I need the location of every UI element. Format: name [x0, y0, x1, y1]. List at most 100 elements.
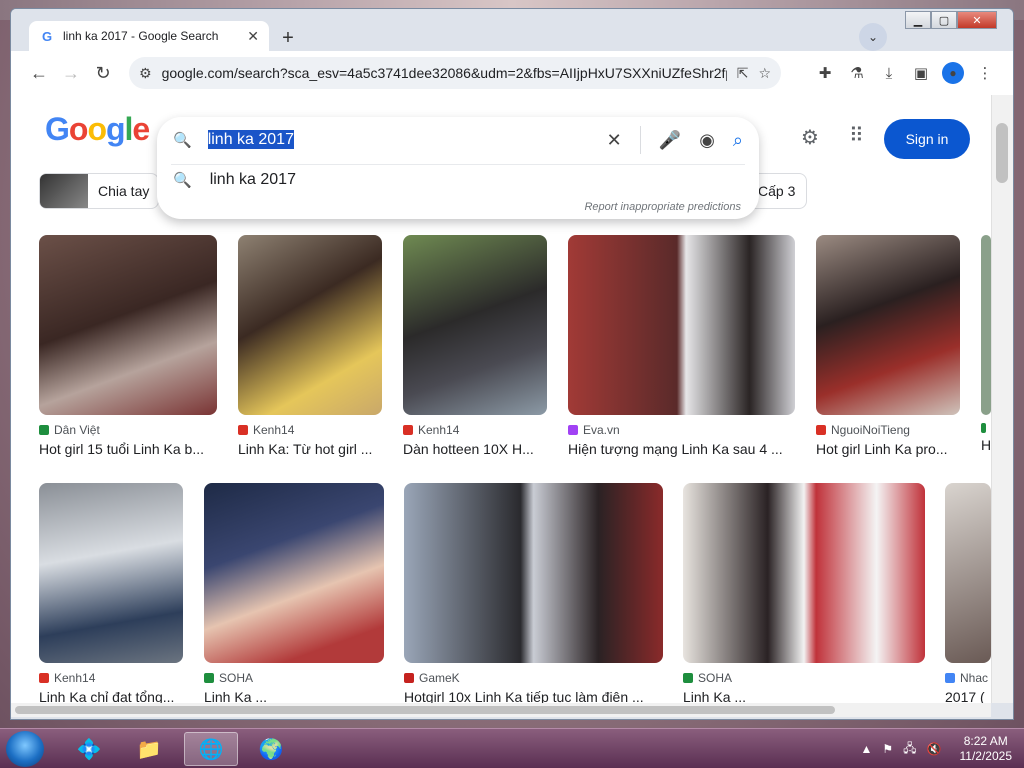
chip-label: Cấp 3 [758, 183, 796, 199]
taskbar-app-pink-icon[interactable]: 💠 [62, 732, 116, 766]
image-result[interactable]: GameK Hotgirl 10x Linh Ka tiếp tục làm đ… [404, 483, 663, 703]
result-caption[interactable]: H [981, 437, 991, 453]
result-thumbnail[interactable] [403, 235, 547, 415]
source-favicon-icon [816, 425, 826, 435]
tab-google-search[interactable]: G linh ka 2017 - Google Search ✕ [29, 21, 269, 51]
result-thumbnail[interactable] [981, 235, 991, 415]
clear-search-icon[interactable]: ✕ [607, 130, 622, 151]
result-caption[interactable]: Hotgirl 10x Linh Ka tiếp tục làm điên ..… [404, 689, 663, 703]
report-predictions-link[interactable]: Report inappropriate predictions [584, 201, 741, 213]
tray-expand-icon[interactable]: ▲ [861, 742, 873, 756]
sign-in-button[interactable]: Sign in [884, 119, 970, 159]
tray-clock[interactable]: 8:22 AM 11/2/2025 [960, 734, 1013, 764]
image-result[interactable]: Kenh14 Linh Ka chỉ đạt tổng... [39, 483, 183, 703]
result-thumbnail[interactable] [683, 483, 925, 663]
new-tab-button[interactable]: + [275, 25, 301, 51]
image-result[interactable]: Kenh14 Dàn hotteen 10X H... [403, 235, 547, 457]
back-button[interactable]: ← [23, 57, 55, 89]
search-box[interactable]: 🔍 linh ka 2017 ✕ 🎤 ◉ ⌕ [157, 117, 759, 163]
result-thumbnail[interactable] [568, 235, 795, 415]
extensions-area: ✚ ⚗ ⤓ ▣ ● ⋮ [809, 57, 1001, 89]
downloads-icon[interactable]: ⤓ [873, 65, 905, 82]
chip-thumbnail [40, 174, 88, 208]
search-input[interactable]: linh ka 2017 [207, 130, 589, 149]
image-result[interactable]: Eva.vn Hiện tượng mạng Linh Ka sau 4 ... [568, 235, 795, 457]
start-button[interactable] [6, 731, 44, 767]
close-window-button[interactable]: ✕ [957, 11, 997, 29]
result-source: GameK [419, 671, 460, 685]
source-favicon-icon [204, 673, 214, 683]
clock-date: 11/2/2025 [959, 749, 1013, 763]
side-panel-icon[interactable]: ▣ [905, 64, 937, 82]
image-result[interactable]: Dân Việt Hot girl 15 tuổi Linh Ka b... [39, 235, 217, 457]
clock-time: 8:22 AM [963, 734, 1008, 748]
result-thumbnail[interactable] [945, 483, 991, 663]
close-tab-icon[interactable]: ✕ [247, 28, 259, 45]
lens-camera-icon[interactable]: ◉ [699, 130, 715, 151]
search-submit-icon[interactable]: ⌕ [733, 130, 743, 151]
result-thumbnail[interactable] [404, 483, 663, 663]
source-favicon-icon [683, 673, 693, 683]
lab-flask-icon[interactable]: ⚗ [841, 64, 873, 82]
tray-network-icon[interactable]: 🖧 [903, 739, 916, 760]
result-caption[interactable]: Hot girl 15 tuổi Linh Ka b... [39, 441, 217, 457]
result-caption[interactable]: Linh Ka ... [204, 689, 384, 703]
result-thumbnail[interactable] [39, 483, 183, 663]
site-info-icon[interactable]: ⚙ [139, 65, 152, 82]
tray-volume-icon[interactable]: 🔇 [927, 742, 942, 756]
horizontal-scroll-thumb[interactable] [15, 706, 835, 714]
result-thumbnail[interactable] [204, 483, 384, 663]
suggestion-item[interactable]: 🔍 linh ka 2017 [173, 171, 296, 189]
image-result[interactable]: Kenh14 Linh Ka: Từ hot girl ... [238, 235, 382, 457]
google-apps-icon[interactable]: ⠿ [849, 123, 865, 148]
system-tray: ▲ ⚑ 🖧 🔇 8:22 AM 11/2/2025 [861, 729, 1013, 768]
result-caption[interactable]: Linh Ka ... [683, 689, 925, 703]
source-favicon-icon [981, 423, 986, 433]
horizontal-scrollbar[interactable] [11, 703, 991, 717]
window-controls: ▁ ▢ ✕ [905, 11, 997, 29]
bookmark-star-icon[interactable]: ☆ [758, 65, 771, 82]
minimize-button[interactable]: ▁ [905, 11, 931, 29]
image-result-partial[interactable]: H [981, 235, 991, 453]
source-favicon-icon [39, 425, 49, 435]
vertical-scroll-thumb[interactable] [996, 123, 1008, 183]
forward-button[interactable]: → [55, 57, 87, 89]
tray-flag-icon[interactable]: ⚑ [882, 742, 893, 756]
voice-search-icon[interactable]: 🎤 [659, 130, 681, 151]
windows-taskbar: 💠 📁 🌐 🌍 ▲ ⚑ 🖧 🔇 8:22 AM 11/2/2025 [0, 728, 1024, 768]
taskbar-chrome-icon[interactable]: 🌐 [184, 732, 238, 766]
chip-chia-tay[interactable]: Chia tay [39, 173, 159, 209]
image-result[interactable]: NguoiNoiTieng Hot girl Linh Ka pro... [816, 235, 960, 457]
image-result-partial[interactable]: Nhac 2017 ( [945, 483, 991, 703]
profile-avatar-icon[interactable]: ● [942, 62, 964, 84]
result-thumbnail[interactable] [238, 235, 382, 415]
result-caption[interactable]: Linh Ka: Từ hot girl ... [238, 441, 382, 457]
search-query-selected: linh ka 2017 [207, 130, 294, 149]
image-result[interactable]: SOHA Linh Ka ... [683, 483, 925, 703]
address-bar[interactable]: ⚙ google.com/search?sca_esv=4a5c3741dee3… [129, 57, 781, 89]
result-source: Kenh14 [54, 671, 96, 685]
result-source: Kenh14 [418, 423, 460, 437]
share-icon[interactable]: ⇱ [737, 65, 749, 82]
tab-search-button[interactable]: ⌄ [859, 23, 887, 51]
result-caption[interactable]: 2017 ( [945, 689, 991, 703]
result-caption[interactable]: Hot girl Linh Ka pro... [816, 441, 960, 457]
reload-button[interactable]: ↻ [87, 57, 119, 89]
google-favicon-icon: G [41, 28, 53, 44]
taskbar-globe-app-icon[interactable]: 🌍 [244, 732, 298, 766]
result-thumbnail[interactable] [816, 235, 960, 415]
google-logo[interactable]: Google [45, 111, 150, 148]
result-thumbnail[interactable] [39, 235, 217, 415]
vertical-scrollbar[interactable] [991, 95, 1013, 703]
result-caption[interactable]: Linh Ka chỉ đạt tổng... [39, 689, 183, 703]
maximize-button[interactable]: ▢ [931, 11, 957, 29]
result-caption[interactable]: Dàn hotteen 10X H... [403, 441, 547, 457]
taskbar-explorer-icon[interactable]: 📁 [122, 732, 176, 766]
image-result[interactable]: SOHA Linh Ka ... [204, 483, 384, 703]
extensions-puzzle-icon[interactable]: ✚ [809, 64, 841, 82]
source-favicon-icon [945, 673, 955, 683]
menu-kebab-icon[interactable]: ⋮ [969, 64, 1001, 82]
settings-gear-icon[interactable]: ⚙ [801, 125, 819, 150]
result-caption[interactable]: Hiện tượng mạng Linh Ka sau 4 ... [568, 441, 795, 457]
source-favicon-icon [404, 673, 414, 683]
